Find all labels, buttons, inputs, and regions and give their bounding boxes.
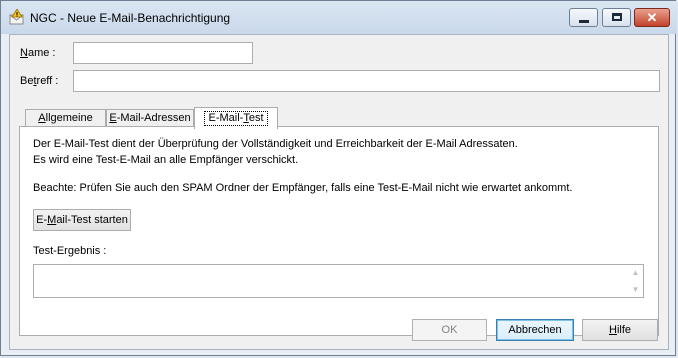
window-title: NGC - Neue E-Mail-Benachrichtigung — [30, 11, 231, 25]
close-icon: ✕ — [646, 10, 658, 25]
tab-email-addresses[interactable]: E-Mail-Adressen — [106, 109, 194, 127]
test-result-label: Test-Ergebnis : — [33, 245, 107, 257]
minimize-icon — [579, 20, 589, 23]
maximize-button[interactable] — [602, 8, 631, 27]
dialog-content: Name : Betreff : Allgemeine E-Mail-Adres… — [9, 34, 669, 350]
scroll-down-icon[interactable]: ▼ — [631, 285, 640, 294]
tab-general[interactable]: Allgemeine — [25, 109, 106, 127]
email-test-panel: Der E-Mail-Test dient der Überprüfung de… — [19, 126, 659, 336]
dialog-window: NGC - Neue E-Mail-Benachrichtigung ✕ Nam… — [0, 0, 677, 356]
app-icon — [9, 9, 24, 25]
start-email-test-button[interactable]: E-Mail-Test starten — [33, 209, 131, 231]
scroll-up-icon[interactable]: ▲ — [631, 268, 640, 277]
name-input[interactable] — [73, 42, 253, 64]
cancel-button[interactable]: Abbrechen — [496, 319, 574, 341]
close-button[interactable]: ✕ — [634, 8, 670, 27]
subject-input[interactable] — [73, 70, 660, 92]
title-bar[interactable]: NGC - Neue E-Mail-Benachrichtigung ✕ — [1, 1, 677, 34]
spam-note: Beachte: Prüfen Sie auch den SPAM Ordner… — [33, 182, 573, 194]
minimize-button[interactable] — [569, 8, 598, 27]
help-button[interactable]: Hilfe — [582, 319, 658, 341]
subject-label: Betreff : — [20, 75, 59, 87]
name-label: Name : — [20, 47, 56, 59]
maximize-icon — [612, 13, 622, 21]
tab-email-test[interactable]: E-Mail-Test — [194, 107, 278, 129]
test-result-field[interactable]: ▲ ▼ — [33, 264, 644, 298]
ok-button[interactable]: OK — [412, 319, 487, 341]
intro-text-line1: Der E-Mail-Test dient der Überprüfung de… — [33, 138, 518, 150]
intro-text-line2: Es wird eine Test-E-Mail an alle Empfäng… — [33, 154, 299, 166]
